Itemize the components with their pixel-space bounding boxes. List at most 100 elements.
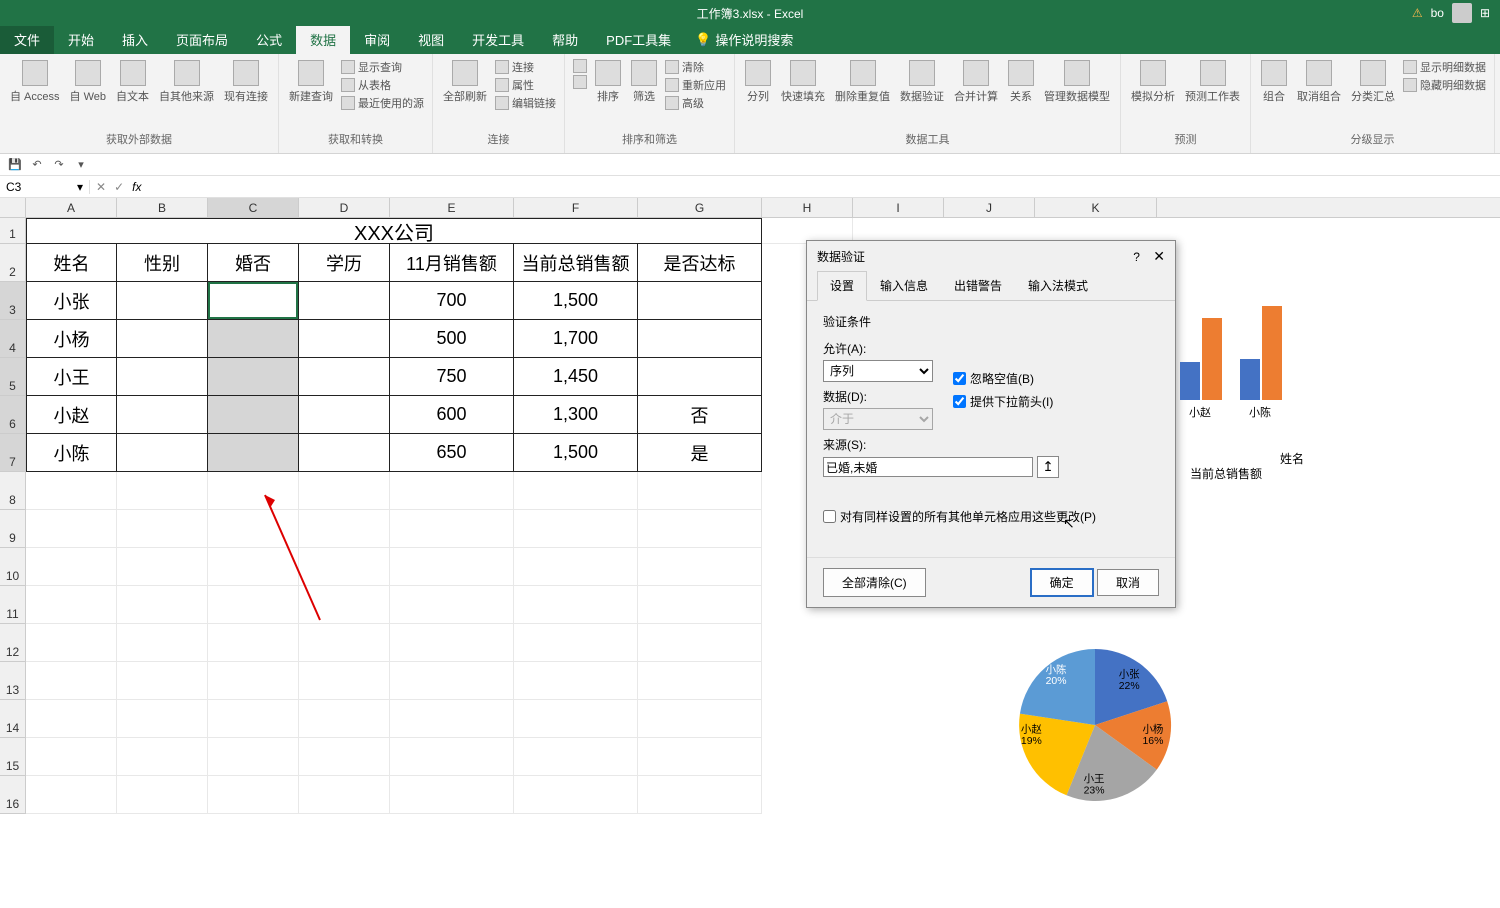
cell[interactable] bbox=[638, 320, 762, 358]
cell[interactable] bbox=[390, 510, 514, 548]
recent-sources-button[interactable]: 最近使用的源 bbox=[341, 94, 424, 112]
cell[interactable]: 1,500 bbox=[514, 282, 638, 320]
row-16[interactable]: 16 bbox=[0, 776, 26, 814]
qat-more-icon[interactable]: ▾ bbox=[72, 156, 90, 174]
cell-C7[interactable] bbox=[208, 434, 299, 472]
cell-header[interactable]: 当前总销售额 bbox=[514, 244, 638, 282]
cell-C3-active[interactable] bbox=[208, 282, 299, 320]
col-J[interactable]: J bbox=[944, 198, 1035, 217]
row-3[interactable]: 3 bbox=[0, 282, 26, 320]
properties-button[interactable]: 属性 bbox=[495, 76, 556, 94]
tab-pdf[interactable]: PDF工具集 bbox=[592, 25, 685, 54]
col-D[interactable]: D bbox=[299, 198, 390, 217]
group-button[interactable]: 组合 bbox=[1259, 58, 1289, 106]
help-icon[interactable]: ? bbox=[1133, 250, 1140, 264]
fx-icon[interactable]: fx bbox=[132, 180, 141, 194]
cell[interactable] bbox=[117, 776, 208, 814]
confirm-formula-icon[interactable]: ✓ bbox=[114, 180, 124, 194]
row-2[interactable]: 2 bbox=[0, 244, 26, 282]
row-4[interactable]: 4 bbox=[0, 320, 26, 358]
tab-insert[interactable]: 插入 bbox=[108, 25, 162, 54]
col-F[interactable]: F bbox=[514, 198, 638, 217]
hide-detail-button[interactable]: 隐藏明细数据 bbox=[1403, 76, 1486, 94]
from-access-button[interactable]: 自 Access bbox=[8, 58, 62, 106]
cell[interactable]: 小陈 bbox=[26, 434, 117, 472]
cell[interactable] bbox=[390, 776, 514, 814]
cell[interactable] bbox=[117, 624, 208, 662]
ok-button[interactable]: 确定 bbox=[1030, 568, 1094, 597]
ungroup-button[interactable]: 取消组合 bbox=[1295, 58, 1343, 106]
row-7[interactable]: 7 bbox=[0, 434, 26, 472]
col-K[interactable]: K bbox=[1035, 198, 1157, 217]
remove-dup-button[interactable]: 删除重复值 bbox=[833, 58, 892, 106]
col-E[interactable]: E bbox=[390, 198, 514, 217]
sort-asc-button[interactable] bbox=[573, 58, 587, 74]
dropdown-checkbox[interactable] bbox=[953, 395, 966, 408]
undo-icon[interactable]: ↶ bbox=[28, 156, 46, 174]
cell-header[interactable]: 学历 bbox=[299, 244, 390, 282]
cell[interactable]: 600 bbox=[390, 396, 514, 434]
cell[interactable] bbox=[26, 662, 117, 700]
cell[interactable] bbox=[208, 586, 299, 624]
tab-developer[interactable]: 开发工具 bbox=[458, 25, 538, 54]
user-avatar-icon[interactable] bbox=[1452, 3, 1472, 23]
cell[interactable]: 1,300 bbox=[514, 396, 638, 434]
cell[interactable]: 650 bbox=[390, 434, 514, 472]
row-6[interactable]: 6 bbox=[0, 396, 26, 434]
apply-all-checkbox[interactable] bbox=[823, 510, 836, 523]
cell[interactable] bbox=[117, 700, 208, 738]
cell[interactable] bbox=[208, 662, 299, 700]
cell[interactable] bbox=[26, 548, 117, 586]
cell[interactable] bbox=[208, 472, 299, 510]
cell[interactable] bbox=[299, 282, 390, 320]
cell[interactable] bbox=[390, 738, 514, 776]
cell[interactable] bbox=[117, 586, 208, 624]
advanced-button[interactable]: 高级 bbox=[665, 94, 726, 112]
cell[interactable] bbox=[299, 700, 390, 738]
cell[interactable] bbox=[390, 586, 514, 624]
save-icon[interactable]: 💾 bbox=[6, 156, 24, 174]
existing-conn-button[interactable]: 现有连接 bbox=[222, 58, 270, 106]
cell-header[interactable]: 性别 bbox=[117, 244, 208, 282]
cell[interactable] bbox=[638, 472, 762, 510]
cell-C4[interactable] bbox=[208, 320, 299, 358]
cell[interactable]: 小杨 bbox=[26, 320, 117, 358]
clear-filter-button[interactable]: 清除 bbox=[665, 58, 726, 76]
cell[interactable] bbox=[299, 434, 390, 472]
cell[interactable] bbox=[638, 700, 762, 738]
cell[interactable] bbox=[208, 700, 299, 738]
clear-all-button[interactable]: 全部清除(C) bbox=[823, 568, 926, 597]
dlg-tab-error[interactable]: 出错警告 bbox=[941, 271, 1015, 300]
row-12[interactable]: 12 bbox=[0, 624, 26, 662]
cell[interactable] bbox=[514, 510, 638, 548]
tab-home[interactable]: 开始 bbox=[54, 25, 108, 54]
cell[interactable]: 小赵 bbox=[26, 396, 117, 434]
col-C[interactable]: C bbox=[208, 198, 299, 217]
cell[interactable] bbox=[299, 510, 390, 548]
allow-select[interactable]: 序列 bbox=[823, 360, 933, 382]
cell[interactable] bbox=[638, 510, 762, 548]
cell[interactable] bbox=[208, 738, 299, 776]
cell[interactable] bbox=[208, 548, 299, 586]
cell[interactable] bbox=[117, 434, 208, 472]
cancel-formula-icon[interactable]: ✕ bbox=[96, 180, 106, 194]
tab-data[interactable]: 数据 bbox=[296, 25, 350, 54]
cell[interactable]: 750 bbox=[390, 358, 514, 396]
cell[interactable] bbox=[514, 776, 638, 814]
cell[interactable] bbox=[514, 472, 638, 510]
cell[interactable]: 700 bbox=[390, 282, 514, 320]
cell[interactable] bbox=[299, 396, 390, 434]
cell[interactable] bbox=[514, 586, 638, 624]
row-14[interactable]: 14 bbox=[0, 700, 26, 738]
row-8[interactable]: 8 bbox=[0, 472, 26, 510]
edit-links-button[interactable]: 编辑链接 bbox=[495, 94, 556, 112]
cell-header[interactable]: 是否达标 bbox=[638, 244, 762, 282]
cell[interactable] bbox=[514, 662, 638, 700]
cell[interactable] bbox=[26, 472, 117, 510]
cell[interactable] bbox=[26, 586, 117, 624]
select-all-corner[interactable] bbox=[0, 198, 26, 217]
cell[interactable] bbox=[638, 586, 762, 624]
cell[interactable] bbox=[208, 510, 299, 548]
cell[interactable] bbox=[26, 510, 117, 548]
data-validation-button[interactable]: 数据验证 bbox=[898, 58, 946, 106]
